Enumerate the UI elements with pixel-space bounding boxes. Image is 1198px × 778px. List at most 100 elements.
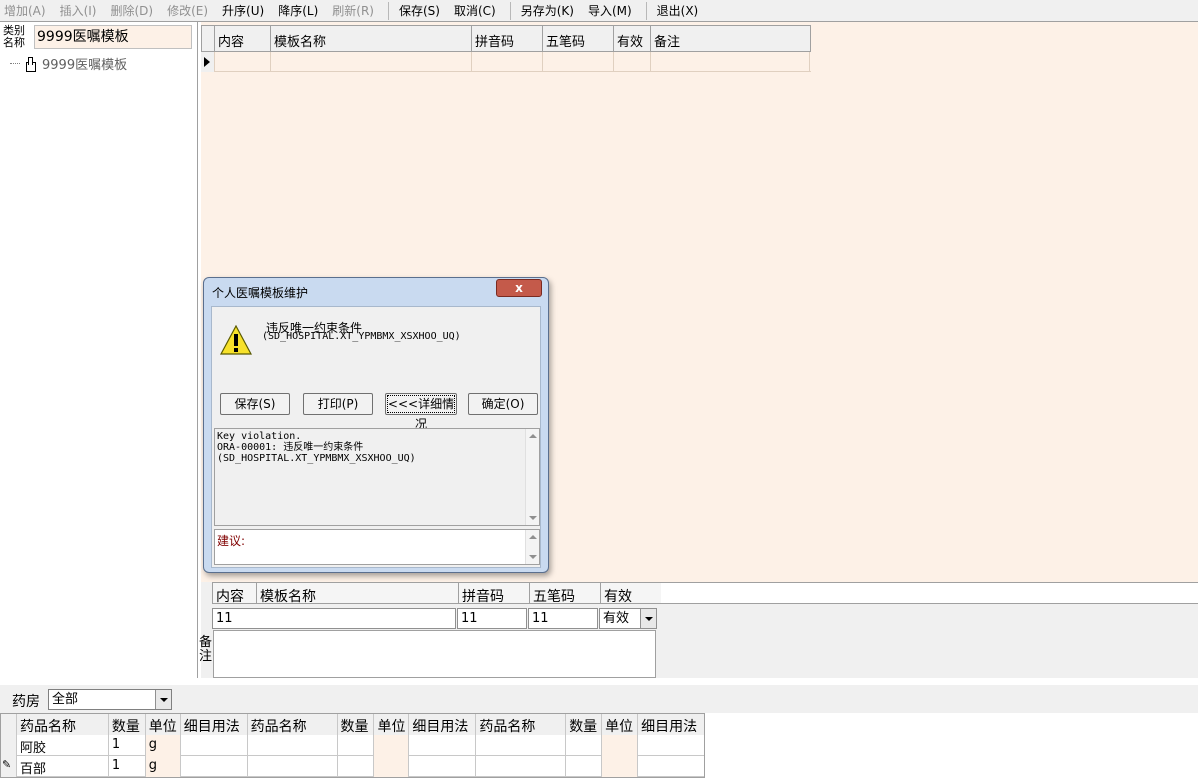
edit-col-valid: 有效 [604,589,632,605]
modify-button[interactable]: 修改(E) [167,2,208,19]
col-usage: 细目用法 [409,714,477,735]
grid-col-template-name[interactable]: 模板名称 [271,26,472,51]
usage-cell[interactable] [409,735,477,756]
import-button[interactable]: 导入(M) [588,2,632,19]
dialog-body: 违反唯一约束条件 (SD_HOSPITAL.XT_YPMBMX_XSXHOO_U… [211,306,541,568]
table-row[interactable]: 阿胶 1 g [1,735,704,756]
ok-button[interactable]: 确定(O) [468,393,538,415]
insert-button[interactable]: 插入(I) [60,2,97,19]
drug-grid-header: 药品名称 数量 单位 细目用法 药品名称 数量 单位 细目用法 药品名称 数量 … [1,714,704,735]
unit-cell[interactable]: g [145,756,181,777]
sort-asc-button[interactable]: 升序(U) [222,2,264,19]
table-cell[interactable] [614,52,651,72]
content-input[interactable]: 11 [212,608,456,629]
memo-label: 备注 [199,635,213,664]
refresh-button[interactable]: 刷新(R) [332,2,374,19]
table-cell[interactable] [271,52,472,72]
memo-input[interactable] [213,630,656,678]
warning-icon [220,325,252,355]
unit-cell[interactable] [374,756,410,777]
toolbar: 增加(A) 插入(I) 删除(D) 修改(E) 升序(U) 降序(L) 刷新(R… [0,0,1198,22]
unit-cell[interactable]: g [145,735,181,756]
pharmacy-select[interactable]: 全部 [48,689,172,710]
save-button[interactable]: 保存(S) [399,2,440,19]
usage-cell[interactable] [638,735,704,756]
table-row[interactable]: ✎ 百部 1 g [1,756,704,777]
grid-col-content[interactable]: 内容 [215,26,271,51]
col-usage: 细目用法 [180,714,248,735]
unit-cell[interactable] [602,756,639,777]
wubi-input[interactable]: 11 [528,608,598,629]
hand-icon [23,56,37,72]
chevron-down-icon[interactable] [640,609,656,628]
usage-cell[interactable] [638,756,704,777]
qty-cell[interactable]: 1 [109,735,146,756]
usage-cell[interactable] [409,756,477,777]
grid-col-wubi[interactable]: 五笔码 [543,26,614,51]
usage-cell[interactable] [181,756,248,777]
col-qty: 数量 [566,714,603,735]
valid-select-value: 有效 [603,611,630,626]
sort-desc-button[interactable]: 降序(L) [278,2,318,19]
grid-col-valid[interactable]: 有效 [614,26,651,51]
drug-grid: 药品名称 数量 单位 细目用法 药品名称 数量 单位 细目用法 药品名称 数量 … [0,713,705,778]
table-cell[interactable] [215,52,271,72]
close-icon[interactable]: x [496,279,542,297]
table-cell[interactable] [651,52,810,72]
table-cell[interactable] [543,52,614,72]
col-unit: 单位 [145,714,181,735]
error-detail-box[interactable]: Key violation. ORA-00001: 违反唯一约束条件 (SD_H… [214,428,540,526]
chevron-down-icon[interactable] [155,690,171,709]
category-label-text: 类别名称 [3,24,25,49]
table-cell[interactable] [472,52,543,72]
grid-col-remark[interactable]: 备注 [651,26,810,51]
toolbar-separator [645,1,647,20]
qty-cell[interactable] [338,735,375,756]
unit-cell[interactable] [374,735,410,756]
col-drug-name: 药品名称 [16,714,109,735]
drug-name-cell[interactable] [476,756,567,777]
category-input[interactable]: 9999医嘱模板 [34,25,192,49]
suggestion-scrollbar[interactable] [525,530,539,564]
edit-col-wubi: 五笔码 [530,583,601,605]
edit-panel: 内容 模板名称 拼音码 五笔码 有效 11 11 11 有效 备注 [199,582,1198,678]
unit-cell[interactable] [602,735,639,756]
close-label: x [515,281,523,295]
grid-corner [1,714,17,735]
qty-cell[interactable]: 1 [109,756,146,777]
row-indicator [201,52,215,72]
exit-button[interactable]: 退出(X) [657,2,699,19]
save-report-button[interactable]: 保存(S) [220,393,290,415]
cancel-button[interactable]: 取消(C) [454,2,496,19]
col-drug-name: 药品名称 [247,714,338,735]
grid-header: 内容 模板名称 拼音码 五笔码 有效 备注 [201,25,811,52]
details-button[interactable]: <<<详细情况 [385,393,457,431]
grid-col-pinyin[interactable]: 拼音码 [472,26,543,51]
qty-cell[interactable] [338,756,375,777]
qty-cell[interactable] [566,735,603,756]
delete-button[interactable]: 删除(D) [110,2,153,19]
pinyin-input[interactable]: 11 [457,608,527,629]
col-drug-name: 药品名称 [476,714,567,735]
suggestion-box[interactable]: 建议: [214,529,540,565]
print-button[interactable]: 打印(P) [303,393,373,415]
col-unit: 单位 [374,714,410,735]
qty-cell[interactable] [566,756,603,777]
detail-scrollbar[interactable] [525,429,539,525]
table-row[interactable] [201,52,811,72]
tree-item-template[interactable]: 9999医嘱模板 [10,54,127,73]
drug-name-cell[interactable] [476,735,567,756]
save-as-button[interactable]: 另存为(K) [521,2,574,19]
left-panel: 类别名称 9999医嘱模板 9999医嘱模板 [0,22,198,678]
suggestion-label: 建议: [217,534,246,548]
toolbar-separator [387,1,389,20]
drug-name-cell[interactable] [248,756,338,777]
valid-select[interactable]: 有效 [599,608,657,629]
drug-name-cell[interactable]: 阿胶 [17,735,109,756]
drug-name-cell[interactable]: 百部 [17,756,109,777]
tree-connector [10,63,20,64]
add-button[interactable]: 增加(A) [4,2,46,19]
usage-cell[interactable] [181,735,248,756]
drug-name-cell[interactable] [248,735,338,756]
edit-header-line [661,582,1198,604]
